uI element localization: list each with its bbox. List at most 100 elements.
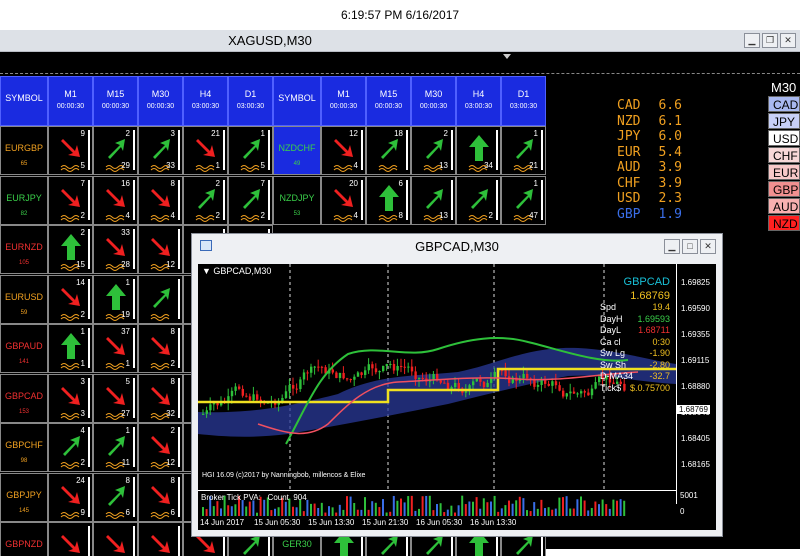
maximize-icon[interactable]: □ [682,239,698,254]
currency-box[interactable]: USD [768,130,800,146]
column-header[interactable]: SYMBOL [273,76,321,126]
symbol-cell[interactable]: EURJPY 82 [0,175,48,225]
cell-value-bottom: 29 [121,161,130,170]
signal-cell[interactable] [138,274,183,324]
candle-body [299,379,302,390]
restore-icon[interactable]: ❐ [762,33,778,48]
column-header[interactable]: M30 00:00:30 [138,76,183,126]
signal-cell[interactable]: 18 [366,126,411,175]
symbol-cell[interactable]: GBPNZD [0,522,48,556]
signal-cell[interactable]: 37 1 [93,324,138,373]
signal-cell[interactable]: 8 32 [138,373,183,423]
cell-value-bottom: 28 [121,260,130,269]
signal-cell[interactable]: 68 [366,175,411,225]
tick-volume-bar [382,499,384,516]
signal-cell[interactable]: 5 27 [93,373,138,423]
signal-cell[interactable]: 33 28 [93,225,138,274]
cell-value-top: 8 [170,376,175,386]
currency-box[interactable]: JPY [768,113,800,129]
currency-box[interactable]: GBP [768,181,800,197]
column-header[interactable]: D1 03:00:30 [228,76,273,126]
symbol-cell[interactable]: EURNZD 105 [0,225,48,274]
cell-value-bottom: 5 [260,161,265,170]
symbol-cell[interactable]: GBPCAD 153 [0,373,48,423]
currency-box[interactable]: EUR [768,164,800,180]
signal-cell[interactable]: 21 1 [183,126,228,175]
chart-shift-icon[interactable] [503,54,511,59]
signal-cell[interactable]: 2 12 [138,423,183,472]
signal-cell[interactable]: 14 2 [48,274,93,324]
symbol-cell[interactable]: EURGBP 65 [0,126,48,175]
currency-box[interactable]: NZD [768,215,800,231]
column-header[interactable]: H4 03:00:30 [456,76,501,126]
strength-value: 3.9 [658,160,682,175]
signal-cell[interactable]: 12 [138,225,183,274]
tick-volume-bar [472,501,474,516]
column-header[interactable]: D1 03:00:30 [501,76,546,126]
symbol-cell[interactable]: EURUSD 59 [0,274,48,324]
minimize-icon[interactable]: ▁ [664,239,680,254]
symbol-cell[interactable]: NZDJPY 53 [273,175,321,225]
price-axis[interactable]: 1.698251.695901.693551.691151.688801.686… [676,264,716,504]
signal-cell[interactable]: 95 [48,126,93,175]
symbol-cell[interactable]: GBPJPY 145 [0,472,48,522]
signal-cell[interactable] [138,522,183,556]
signal-cell[interactable]: 2 29 [93,126,138,175]
column-header[interactable]: M15 00:00:30 [93,76,138,126]
signal-cell[interactable]: 86 [138,472,183,522]
signal-cell[interactable]: 82 [138,324,183,373]
column-header[interactable]: SYMBOL [0,76,48,126]
tick-volume-bar [230,506,233,516]
signal-cell[interactable]: 20 4 [321,175,366,225]
tick-volume-bar [403,502,406,516]
signal-cell[interactable]: 2 15 [48,225,93,274]
symbol-cell[interactable]: NZDCHF 49 [273,126,321,175]
signal-cell[interactable]: 1 21 [501,126,546,175]
cell-value-top: 12 [349,129,358,138]
chart-window-titlebar[interactable]: GBPCAD,M30 ▁ □ ✕ [192,234,722,259]
column-header[interactable]: M15 00:00:30 [366,76,411,126]
symbol-cell[interactable]: GBPCHF 98 [0,423,48,472]
currency-box[interactable]: CAD [768,96,800,112]
signal-cell[interactable] [48,522,93,556]
minimize-icon[interactable]: ▁ [744,33,760,48]
candle-body [421,377,424,379]
symbol-cell[interactable]: GBPAUD 141 [0,324,48,373]
candle-body [590,388,594,396]
currency-box[interactable]: AUD [768,198,800,214]
signal-cell[interactable]: 3 33 [138,126,183,175]
column-header[interactable]: H4 03:00:30 [183,76,228,126]
signal-cell[interactable]: 1 19 [93,274,138,324]
signal-cell[interactable]: 1 47 [501,175,546,225]
close-icon[interactable]: ✕ [780,33,796,48]
signal-cell[interactable]: 16 4 [93,175,138,225]
signal-cell[interactable]: 34 [456,126,501,175]
signal-cell[interactable]: 72 [48,175,93,225]
signal-cell[interactable]: 11 [48,324,93,373]
column-header[interactable]: M1 00:00:30 [321,76,366,126]
signal-cell[interactable]: 13 [411,175,456,225]
cell-value-bottom: 4 [353,161,358,170]
signal-cell[interactable]: 15 [228,126,273,175]
strength-bar [541,130,543,170]
close-icon[interactable]: ✕ [700,239,716,254]
signal-cell[interactable]: 86 [93,472,138,522]
main-window-titlebar[interactable]: XAGUSD,M30 ▁ ❐ ✕ [0,30,800,52]
signal-cell[interactable]: 2 [456,175,501,225]
signal-cell[interactable]: 22 [183,175,228,225]
tick-volume-bar [612,499,615,516]
signal-cell[interactable]: 42 [48,423,93,472]
signal-cell[interactable]: 72 [228,175,273,225]
column-header[interactable]: M30 00:00:30 [411,76,456,126]
signal-cell[interactable] [93,522,138,556]
tick-volume-bar [554,508,557,516]
signal-cell[interactable]: 33 [48,373,93,423]
column-header[interactable]: M1 00:00:30 [48,76,93,126]
signal-cell[interactable]: 24 9 [48,472,93,522]
chart-canvas[interactable]: ▼ GBPCAD,M30 GBPCAD 1.68769 Spd 19.4 DayH 1… [198,264,716,530]
signal-cell[interactable]: 84 [138,175,183,225]
signal-cell[interactable]: 1 11 [93,423,138,472]
currency-box[interactable]: CHF [768,147,800,163]
signal-cell[interactable]: 2 13 [411,126,456,175]
signal-cell[interactable]: 12 4 [321,126,366,175]
